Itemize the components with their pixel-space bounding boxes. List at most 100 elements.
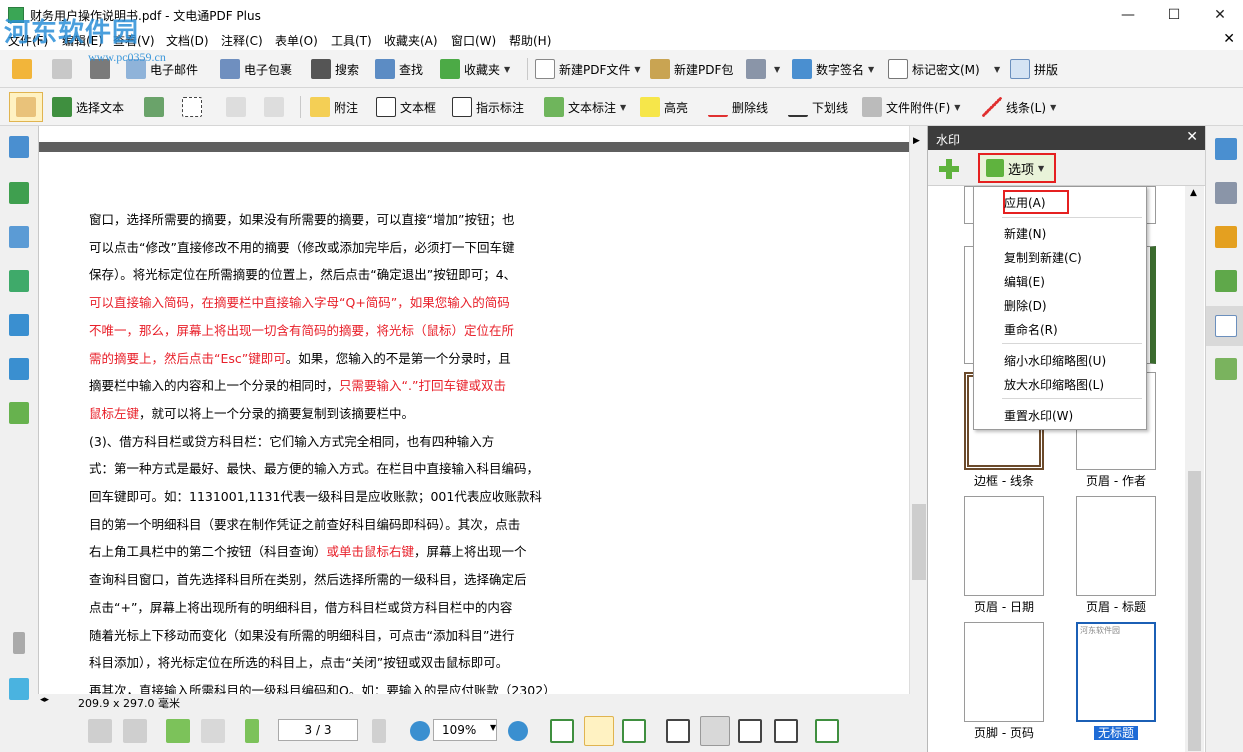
actual-size-icon[interactable]	[550, 719, 574, 743]
previous-page-icon[interactable]	[245, 719, 259, 743]
menu-shrink-thumbnails[interactable]: 缩小水印缩略图(U)	[1004, 352, 1106, 369]
snapshot-button[interactable]	[144, 94, 168, 120]
open-button[interactable]	[12, 56, 36, 82]
callout-button[interactable]: 指示标注	[452, 94, 524, 120]
fullscreen-icon[interactable]	[815, 719, 839, 743]
continuous-icon[interactable]	[700, 716, 730, 746]
rotate-left-button[interactable]	[226, 94, 250, 120]
panel-close-icon[interactable]: ✕	[1186, 129, 1198, 145]
new-pdf-button[interactable]: 新建PDF文件 ▼	[535, 56, 641, 82]
menu-help[interactable]: 帮助(H)	[509, 32, 551, 49]
menu-tools[interactable]: 工具(T)	[331, 32, 372, 49]
maximize-button[interactable]: ☐	[1151, 0, 1197, 30]
comment-icon[interactable]	[9, 678, 29, 700]
highlight-button[interactable]: 高亮	[640, 94, 688, 120]
image-icon[interactable]	[1215, 358, 1237, 380]
watermark-icon[interactable]	[1215, 315, 1237, 337]
fit-page-icon[interactable]	[584, 716, 614, 746]
security-lock-icon[interactable]	[1215, 182, 1237, 204]
scrollbar-thumb[interactable]	[912, 504, 926, 580]
add-watermark-button[interactable]	[936, 156, 962, 182]
menu-enlarge-thumbnails[interactable]: 放大水印缩略图(L)	[1004, 376, 1104, 393]
menu-document[interactable]: 文档(D)	[166, 32, 209, 49]
fit-width-icon[interactable]	[622, 719, 646, 743]
two-page-icon[interactable]	[738, 719, 762, 743]
tag-icon[interactable]	[9, 402, 29, 424]
zoom-out-icon[interactable]	[410, 721, 430, 741]
strikeout-button[interactable]: 删除线	[708, 94, 768, 120]
page-number-input[interactable]: 3 / 3	[278, 719, 358, 741]
scroll-up-icon[interactable]: ▲	[1190, 188, 1197, 198]
document-scrollbar[interactable]: ▶	[909, 126, 927, 694]
watermark-thumbnail-header-date[interactable]	[964, 496, 1044, 596]
search-button[interactable]: 搜索	[311, 56, 359, 82]
zoom-input[interactable]: 109%	[433, 719, 497, 741]
rotate-right-button[interactable]	[264, 94, 288, 120]
structure-icon[interactable]	[9, 358, 29, 380]
zoom-in-icon[interactable]	[508, 721, 528, 741]
mark-redact-button[interactable]: 标记密文(M)	[888, 56, 980, 82]
menu-favorites[interactable]: 收藏夹(A)	[384, 32, 438, 49]
underline-button[interactable]: 下划线	[788, 94, 848, 120]
marquee-button[interactable]	[182, 94, 206, 120]
menu-window[interactable]: 窗口(W)	[451, 32, 496, 49]
select-text-button[interactable]: 选择文本	[52, 94, 124, 120]
scroll-right-icon[interactable]: ▶	[913, 136, 920, 146]
split-handle-icon[interactable]: ◂▸	[40, 695, 49, 705]
layers-icon[interactable]	[9, 270, 29, 292]
document-view[interactable]: 窗口，选择所需要的摘要，如果没有所需要的摘要，可以直接“增加”按钮；也 可以点击“…	[38, 126, 910, 698]
menu-delete[interactable]: 删除(D)	[1004, 297, 1047, 314]
bookmark-icon[interactable]	[9, 182, 29, 204]
back-arrow-icon[interactable]	[166, 719, 190, 743]
panel-scrollbar[interactable]: ▲	[1185, 186, 1204, 752]
extract-page-icon[interactable]	[123, 719, 147, 743]
panel-scrollbar-thumb[interactable]	[1188, 471, 1201, 751]
right-sidebar	[1205, 126, 1243, 752]
options-button[interactable]: 选项 ▼	[978, 153, 1056, 183]
rotate-page-icon[interactable]	[88, 719, 112, 743]
watermark-thumbnail-header-title[interactable]	[1076, 496, 1156, 596]
note-button[interactable]: 附注	[310, 94, 358, 120]
new-pdf-package-button[interactable]: 新建PDF包	[650, 56, 733, 82]
hand-tool[interactable]	[16, 94, 40, 120]
watermark-thumbnail-untitled[interactable]: 河东软件园	[1076, 622, 1156, 722]
menu-new[interactable]: 新建(N)	[1004, 225, 1046, 242]
text-segment: 目的第一个明细科目（要求在制作凭证之前查好科目编码即科码）。其次，点击	[89, 516, 521, 532]
menu-comment[interactable]: 注释(C)	[221, 32, 263, 49]
attachment-button[interactable]: 文件附件(F) ▼	[862, 94, 960, 120]
document-close-icon[interactable]: ✕	[1223, 31, 1235, 47]
menu-copy-new[interactable]: 复制到新建(C)	[1004, 249, 1082, 266]
pages-icon[interactable]	[9, 136, 29, 158]
menu-rename[interactable]: 重命名(R)	[1004, 321, 1058, 338]
forward-arrow-icon[interactable]	[201, 719, 225, 743]
minimize-button[interactable]: —	[1105, 0, 1151, 30]
menu-form[interactable]: 表单(O)	[275, 32, 318, 49]
find-button[interactable]: 查找	[375, 56, 423, 82]
stamp-icon[interactable]	[1215, 270, 1237, 292]
two-page-continuous-icon[interactable]	[774, 719, 798, 743]
next-page-icon[interactable]	[372, 719, 386, 743]
favorites-button[interactable]: 收藏夹 ▼	[440, 56, 510, 82]
security-button[interactable]: ▼	[746, 56, 780, 82]
certificate-icon[interactable]	[1215, 226, 1237, 248]
paperclip-icon[interactable]	[13, 632, 25, 654]
menu-reset-watermark[interactable]: 重置水印(W)	[1004, 407, 1073, 424]
tree-icon[interactable]	[9, 314, 29, 336]
menu-edit-watermark[interactable]: 编辑(E)	[1004, 273, 1045, 290]
envelope-button[interactable]: 电子包裹	[220, 56, 292, 82]
imposition-button[interactable]: 拼版	[1010, 56, 1058, 82]
line-button[interactable]: 线条(L) ▼	[982, 94, 1056, 120]
check-document-icon[interactable]	[1215, 138, 1237, 160]
watermark-thumbnail-footer-page[interactable]	[964, 622, 1044, 722]
text-markup-button[interactable]: 文本标注 ▼	[544, 94, 626, 120]
save-button[interactable]	[52, 56, 76, 82]
textbox-button[interactable]: 文本框	[376, 94, 436, 120]
close-button[interactable]: ✕	[1197, 0, 1243, 30]
redact-dropdown[interactable]: ▼	[990, 56, 1000, 82]
chevron-down-icon[interactable]: ▼	[490, 723, 496, 732]
menu-apply[interactable]: 应用(A)	[1004, 194, 1046, 211]
digital-sign-label: 数字签名	[816, 62, 865, 77]
annotation-list-icon[interactable]	[9, 226, 29, 248]
digital-sign-button[interactable]: 数字签名 ▼	[792, 56, 874, 82]
single-page-icon[interactable]	[666, 719, 690, 743]
